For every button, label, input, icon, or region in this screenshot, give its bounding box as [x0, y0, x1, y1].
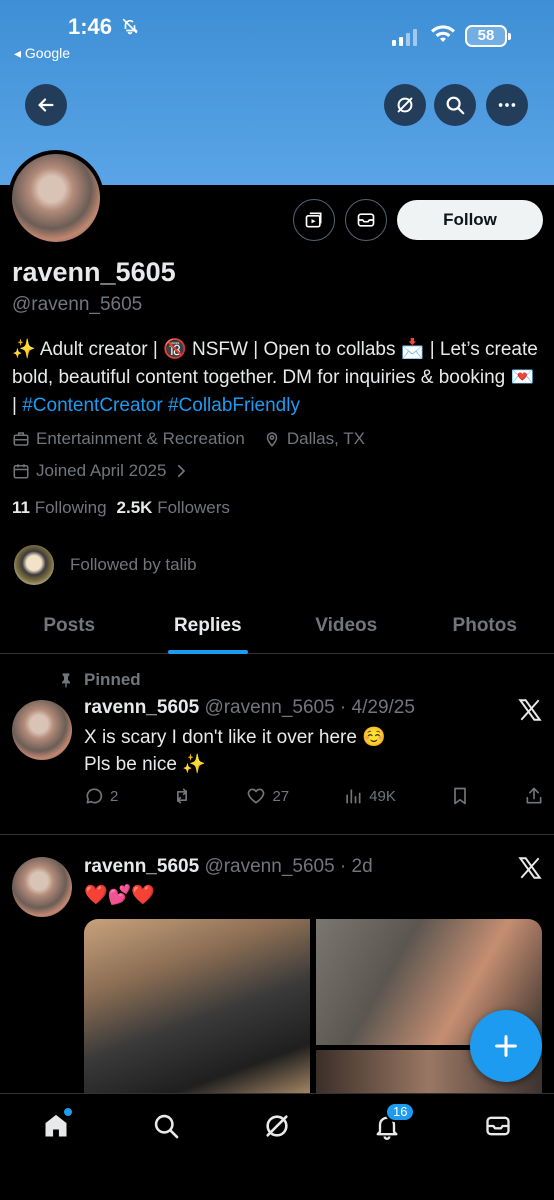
plus-icon — [495, 1035, 517, 1057]
share-icon — [526, 787, 542, 804]
pin-icon — [62, 673, 70, 688]
profile-meta-row: Entertainment & Recreation Dallas, TX — [12, 429, 365, 449]
tab-replies[interactable]: Replies — [139, 598, 278, 653]
share-button[interactable] — [524, 786, 544, 806]
grok-button[interactable] — [384, 84, 426, 126]
display-name: ravenn_5605 — [12, 257, 176, 287]
search-button[interactable] — [434, 84, 476, 126]
post-text-line: ❤️💕❤️ — [84, 885, 155, 906]
tab-posts[interactable]: Posts — [0, 598, 139, 653]
post-header: ravenn_5605 @ravenn_5605 · 4/29/25 — [84, 697, 415, 719]
media-stack-icon — [305, 212, 322, 228]
nav-home[interactable] — [38, 1108, 74, 1144]
follow-counts: 11 Following 2.5K Followers — [12, 498, 230, 518]
following-label: Following — [34, 498, 107, 517]
bookmark-icon — [454, 787, 466, 805]
mail-icon — [357, 213, 375, 227]
nav-grok[interactable] — [259, 1108, 295, 1144]
bookmark-button[interactable] — [450, 786, 470, 806]
notifications-badge: 16 — [385, 1102, 416, 1122]
post-meta: @ravenn_5605 · 4/29/25 — [204, 697, 415, 718]
grok-icon — [397, 97, 413, 113]
joined-date: Joined April 2025 — [36, 461, 167, 480]
profile-bio: ✨ Adult creator | 🔞 NSFW | Open to colla… — [12, 336, 544, 420]
post-header: ravenn_5605 @ravenn_5605 · 2d — [84, 856, 373, 878]
nav-messages[interactable] — [480, 1108, 516, 1144]
views-button[interactable]: 49K — [343, 786, 396, 806]
back-button[interactable] — [25, 84, 67, 126]
post-meta: @ravenn_5605 · 2d — [204, 856, 373, 877]
pinned-indicator: Pinned — [58, 670, 141, 690]
post-author-name[interactable]: ravenn_5605 — [84, 697, 199, 718]
back-to-app-link[interactable]: ◂ Google — [14, 45, 70, 62]
nav-notifications[interactable]: 16 — [369, 1102, 416, 1144]
message-button[interactable] — [345, 199, 387, 241]
reply-button[interactable]: 2 — [84, 786, 118, 806]
search-icon — [154, 1114, 179, 1139]
reply-count: 2 — [110, 787, 119, 805]
x-logo-icon[interactable] — [517, 855, 543, 881]
followed-by-row[interactable]: Followed by talib — [12, 543, 197, 587]
post-author-name[interactable]: ravenn_5605 — [84, 856, 199, 877]
search-icon — [446, 96, 465, 115]
status-time: 1:46 — [68, 14, 113, 39]
post-text-line: X is scary I don't like it over here ☺️ — [84, 727, 386, 748]
joined-row[interactable]: Joined April 2025 — [12, 461, 190, 481]
nav-search[interactable] — [148, 1108, 184, 1144]
view-count: 49K — [369, 787, 396, 805]
followers-link[interactable]: 2.5K Followers — [117, 498, 230, 518]
post-body: ❤️💕❤️ — [84, 882, 155, 909]
followers-label: Followers — [157, 498, 230, 517]
chevron-right-icon — [178, 464, 186, 478]
repost-button[interactable] — [172, 786, 192, 806]
followers-count: 2.5K — [116, 498, 153, 517]
bell-slash-icon — [122, 18, 138, 35]
post-media-image[interactable] — [84, 919, 310, 1095]
grok-icon — [266, 1115, 288, 1137]
post-actions: 2 27 49K — [84, 786, 544, 806]
bar-chart-icon — [346, 789, 361, 804]
home-unread-dot — [64, 1108, 72, 1116]
heart-icon — [248, 788, 265, 804]
compose-post-button[interactable] — [470, 1010, 542, 1082]
cell-signal-icon — [392, 28, 417, 46]
location-pin-icon — [266, 432, 278, 447]
bottom-navigation: 16 — [0, 1093, 554, 1200]
follower-avatar — [12, 543, 56, 587]
arrow-left-icon — [38, 98, 54, 112]
profile-avatar[interactable] — [8, 150, 104, 246]
ellipsis-icon — [498, 103, 516, 107]
bio-hashtags[interactable]: #ContentCreator #CollabFriendly — [22, 395, 300, 416]
pinned-label: Pinned — [84, 670, 141, 689]
profile-location: Dallas, TX — [286, 429, 365, 448]
profile-handle: @ravenn_5605 — [12, 294, 143, 315]
post-author-avatar[interactable] — [12, 857, 72, 917]
like-button[interactable]: 27 — [246, 786, 289, 806]
more-options-button[interactable] — [486, 84, 528, 126]
tab-videos[interactable]: Videos — [277, 598, 416, 653]
following-count: 11 — [12, 498, 30, 517]
calendar-icon — [13, 464, 29, 479]
repost-icon — [177, 788, 188, 804]
x-logo-icon[interactable] — [517, 697, 543, 723]
post-author-avatar[interactable] — [12, 700, 72, 760]
follow-button[interactable]: Follow — [397, 200, 543, 240]
battery-indicator: 58 — [465, 25, 511, 47]
followed-by-text: Followed by talib — [70, 555, 197, 574]
wifi-icon — [431, 25, 455, 42]
tab-photos[interactable]: Photos — [416, 598, 554, 653]
post-text-line: Pls be nice ✨ — [84, 754, 206, 775]
profile-category: Entertainment & Recreation — [36, 429, 245, 448]
profile-tabs: Posts Replies Videos Photos — [0, 598, 554, 654]
following-link[interactable]: 11 Following — [12, 498, 107, 518]
mail-icon — [486, 1116, 510, 1136]
post-body: X is scary I don't like it over here ☺️ … — [84, 724, 386, 778]
subscribe-button[interactable] — [293, 199, 335, 241]
comment-icon — [86, 788, 103, 804]
like-count: 27 — [272, 787, 290, 805]
briefcase-icon — [13, 432, 29, 446]
home-icon — [45, 1114, 67, 1137]
post-divider — [0, 834, 554, 835]
